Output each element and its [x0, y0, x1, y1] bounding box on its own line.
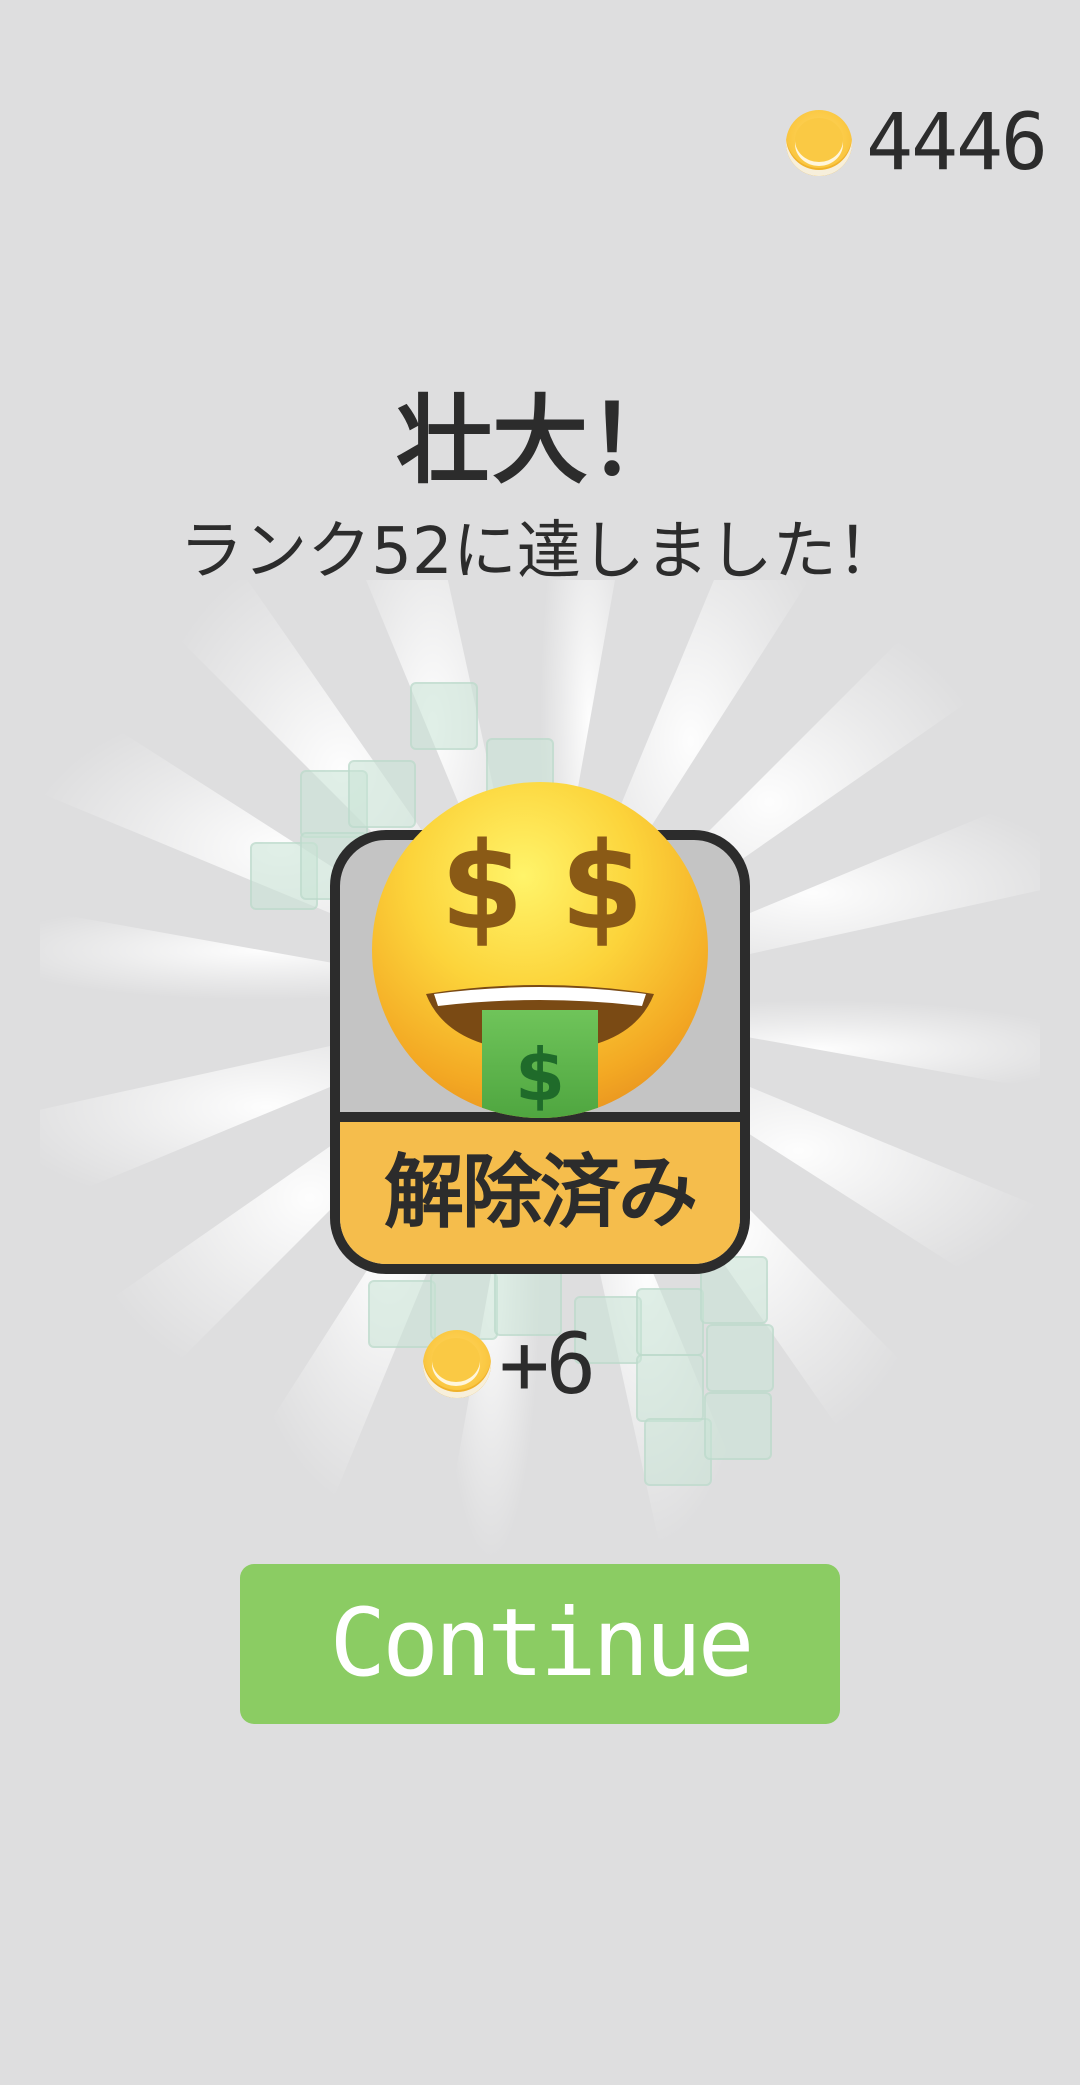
svg-text:$: $	[515, 1033, 565, 1117]
badge-status-bar: 解除済み	[340, 1122, 740, 1264]
gold-coin-icon	[423, 1330, 491, 1398]
money-mouth-face-icon: $ $ $	[372, 782, 708, 1118]
continue-button[interactable]: Continue	[240, 1564, 840, 1724]
rank-reached-message: ランク52に達しました！	[179, 515, 901, 589]
congrats-title: 壮大！	[396, 385, 684, 497]
coin-reward-amount: +6	[499, 1315, 596, 1413]
gold-coin-icon	[786, 110, 853, 176]
coin-balance-value: 4446	[866, 98, 1048, 188]
svg-text:$: $	[440, 818, 524, 957]
coin-balance: 4446	[786, 98, 1048, 188]
rank-up-screen: 4446 壮大！ ランク52に達しました！ 解除済み $ $ $ +6 Cont…	[0, 0, 1080, 2085]
continue-button-label: Continue	[329, 1589, 755, 1698]
coin-reward: +6	[423, 1315, 596, 1413]
svg-text:$: $	[560, 818, 644, 957]
badge-status-label: 解除済み	[384, 1146, 698, 1239]
